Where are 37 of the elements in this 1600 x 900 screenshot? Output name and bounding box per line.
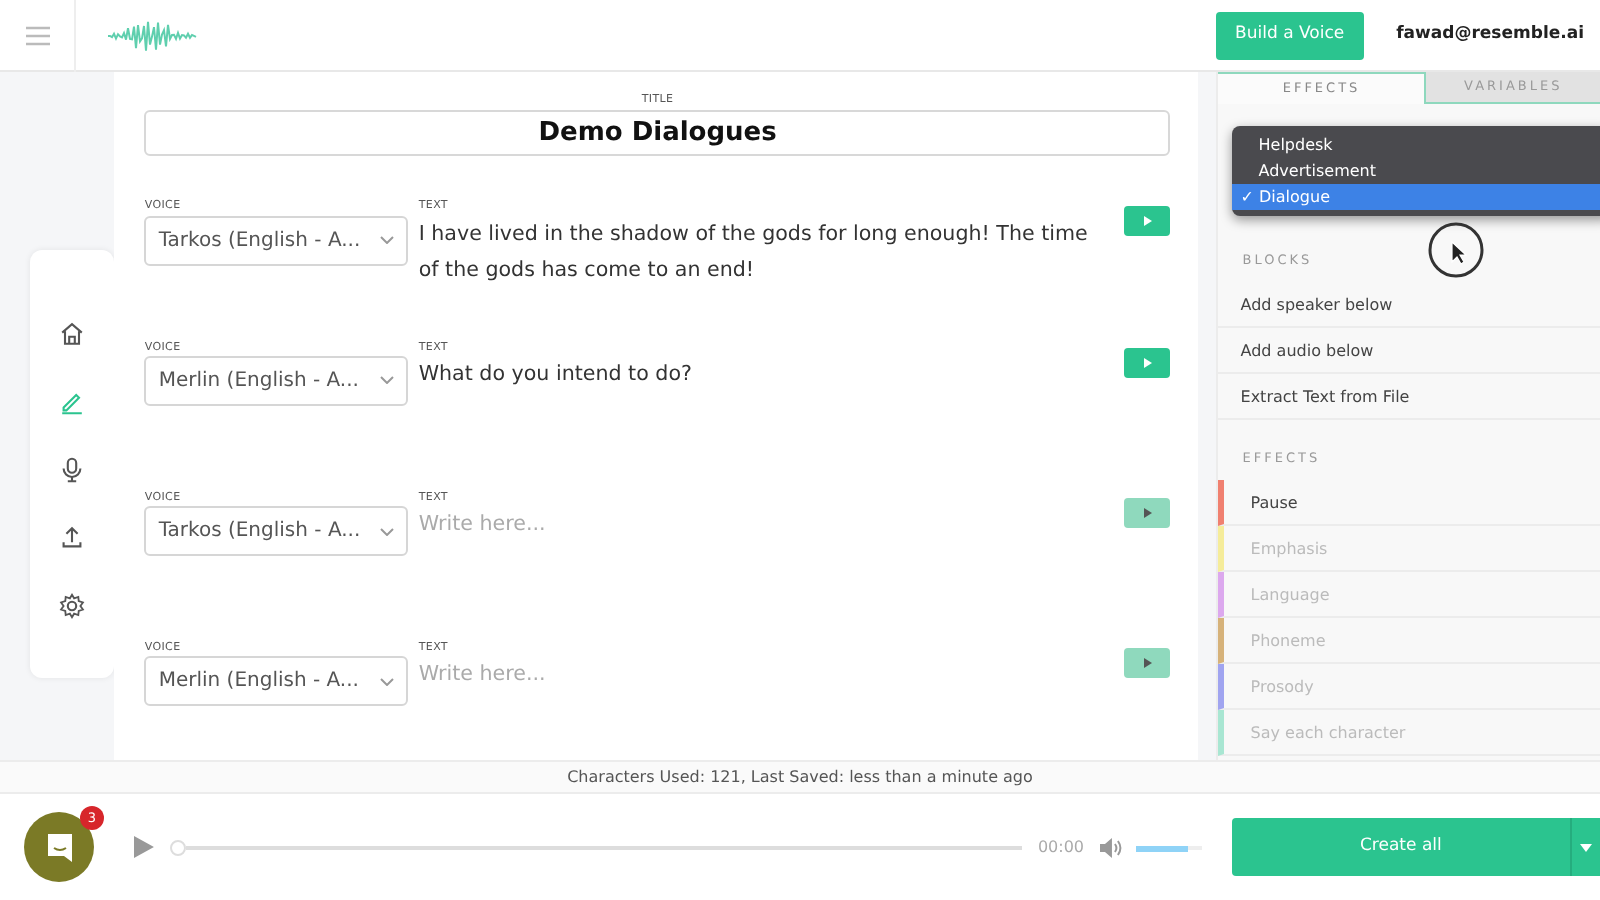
- voice-select[interactable]: Tarkos (English - A...: [144, 215, 409, 265]
- volume-icon[interactable]: [1100, 837, 1122, 857]
- play-icon: [1143, 658, 1152, 669]
- microphone-icon: [58, 455, 86, 484]
- block-action[interactable]: Add audio below: [1218, 327, 1600, 374]
- chat-launcher-button[interactable]: [24, 812, 94, 882]
- block-action[interactable]: Add speaker below: [1218, 281, 1600, 328]
- dialogue-text-field[interactable]: I have lived in the shadow of the gods for long enough! The time of the gods has come to an end!: [418, 215, 1109, 288]
- chevron-down-icon: [380, 376, 395, 385]
- time-display: 00:00: [1037, 835, 1085, 859]
- chevron-down-icon: [380, 677, 395, 686]
- home-icon: [58, 319, 86, 348]
- voice-select[interactable]: Merlin (English - A...: [144, 656, 409, 707]
- menu-icon[interactable]: [25, 25, 49, 45]
- chevron-down-icon: [380, 527, 395, 536]
- status-text: Characters Used: 121, Last Saved: less than a minute ago: [567, 765, 1033, 789]
- chevron-down-icon: [380, 236, 395, 244]
- dropdown-option[interactable]: Advertisement: [1232, 158, 1600, 184]
- chat-icon: [43, 831, 75, 863]
- voice-select[interactable]: Tarkos (English - A...: [144, 506, 409, 557]
- block-action[interactable]: Extract Text from File: [1218, 373, 1600, 420]
- title-field[interactable]: Demo Dialogues: [144, 110, 1171, 157]
- play-icon: [1143, 507, 1152, 518]
- mouse-cursor-icon: [1426, 220, 1487, 280]
- dropdown-toggle-button[interactable]: [1570, 818, 1600, 876]
- play-icon[interactable]: [134, 836, 154, 858]
- play-icon: [1143, 357, 1152, 368]
- dropdown-option[interactable]: Helpdesk: [1232, 132, 1600, 158]
- progress-thumb[interactable]: [169, 839, 186, 855]
- play-icon: [1143, 216, 1152, 227]
- caret-icon: [1580, 844, 1593, 853]
- dialogue-text-field[interactable]: What do you intend to do?: [418, 355, 1109, 392]
- effect-item[interactable]: Pause: [1218, 479, 1600, 525]
- settings-icon: [58, 591, 86, 620]
- upload-icon: [58, 523, 86, 552]
- voice-select[interactable]: Merlin (English - A...: [144, 355, 409, 406]
- user-email[interactable]: fawad@resemble.ai: [1396, 22, 1584, 48]
